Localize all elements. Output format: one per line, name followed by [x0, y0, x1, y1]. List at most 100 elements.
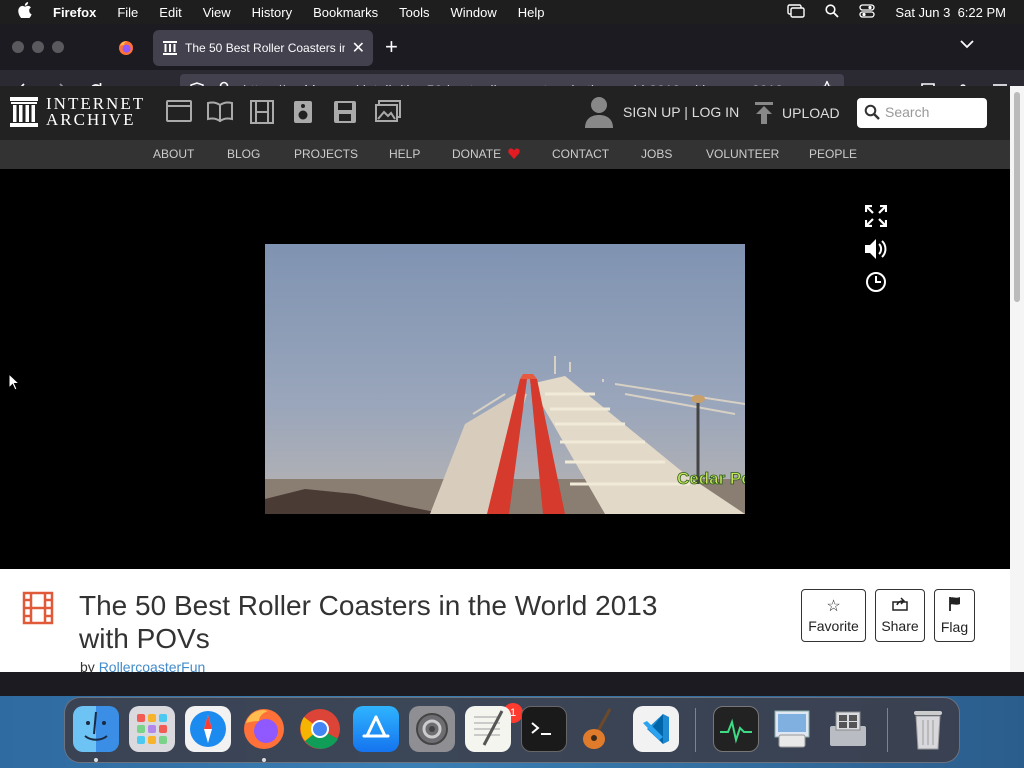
flag-button[interactable]: Flag: [934, 589, 975, 642]
nav-jobs[interactable]: JOBS: [641, 147, 672, 161]
nav-projects[interactable]: PROJECTS: [294, 147, 358, 161]
ia-logo-line2: ARCHIVE: [46, 110, 136, 129]
nav-people[interactable]: PEOPLE: [809, 147, 857, 161]
page-viewport: INTERNET ARCHIVE SIGN UP | LOG IN UPLOAD…: [0, 86, 1010, 672]
dock-separator: [887, 708, 888, 752]
nav-donate[interactable]: DONATE: [452, 147, 521, 162]
item-title: The 50 Best Roller Coasters in the World…: [79, 590, 658, 654]
item-byline: by RollercoasterFun: [80, 659, 205, 672]
upload-label: UPLOAD: [782, 105, 840, 121]
firefox-dock-icon[interactable]: [241, 706, 287, 752]
menu-tools[interactable]: Tools: [399, 5, 429, 20]
menu-edit[interactable]: Edit: [159, 5, 181, 20]
video-film-icon[interactable]: [249, 100, 275, 124]
flag-label: Flag: [940, 619, 969, 635]
apple-menu-icon[interactable]: [18, 2, 38, 22]
tab-strip: The 50 Best Roller Coasters in the World…: [0, 24, 1024, 70]
favorite-label: Favorite: [808, 617, 859, 634]
activity-monitor-icon[interactable]: [713, 706, 759, 752]
video-player[interactable]: Cedar Point: [0, 169, 1010, 569]
web-icon[interactable]: [166, 100, 192, 124]
nav-about[interactable]: ABOUT: [153, 147, 194, 161]
finder-running-indicator: [94, 758, 98, 762]
list-all-tabs-chevron-icon[interactable]: [960, 36, 974, 52]
menu-history[interactable]: History: [252, 5, 292, 20]
macos-dock: 1: [64, 697, 960, 763]
terminal-icon[interactable]: [521, 706, 567, 752]
system-preferences-gear-icon[interactable]: [409, 706, 455, 752]
vscode-icon[interactable]: [633, 706, 679, 752]
nav-volunteer[interactable]: VOLUNTEER: [706, 147, 779, 161]
chrome-icon[interactable]: [297, 706, 343, 752]
menu-view[interactable]: View: [203, 5, 231, 20]
control-center-icon[interactable]: [859, 3, 876, 21]
share-icon: [892, 597, 908, 616]
trash-icon[interactable]: [905, 706, 951, 752]
share-button[interactable]: Share: [875, 589, 925, 642]
preview-icon[interactable]: [769, 706, 815, 752]
heart-icon: [508, 148, 521, 162]
garageband-guitar-icon[interactable]: [577, 706, 623, 752]
textedit-icon[interactable]: [465, 706, 511, 752]
volume-speaker-icon[interactable]: [864, 232, 888, 265]
dock-separator: [695, 708, 696, 752]
author-link[interactable]: RollercoasterFun: [99, 659, 206, 672]
tab-title: The 50 Best Roller Coasters in the World…: [185, 41, 345, 55]
screen-mirroring-icon[interactable]: [787, 3, 806, 21]
window-minimize-button[interactable]: [32, 41, 44, 53]
firefox-view-icon[interactable]: [112, 34, 140, 62]
search-box: [857, 98, 987, 128]
clock-history-icon[interactable]: [864, 265, 888, 298]
fullscreen-icon[interactable]: [864, 199, 888, 232]
ia-secondary-nav: ABOUT BLOG PROJECTS HELP DONATE CONTACT …: [0, 140, 1010, 169]
archive-favicon-icon: [163, 41, 177, 55]
share-label: Share: [881, 618, 919, 634]
safari-icon[interactable]: [185, 706, 231, 752]
window-close-button[interactable]: [12, 41, 24, 53]
signup-login-link[interactable]: SIGN UP | LOG IN: [623, 104, 739, 120]
ia-logo[interactable]: INTERNET ARCHIVE: [10, 94, 145, 130]
launchpad-icon[interactable]: [129, 706, 175, 752]
nav-contact[interactable]: CONTACT: [552, 147, 609, 161]
item-header: The 50 Best Roller Coasters in the World…: [0, 569, 1010, 672]
user-avatar-icon[interactable]: [585, 96, 613, 133]
audio-speaker-icon[interactable]: [291, 100, 317, 124]
favorite-button[interactable]: ☆ Favorite: [801, 589, 866, 642]
nav-blog[interactable]: BLOG: [227, 147, 260, 161]
star-icon: ☆: [826, 597, 841, 615]
menu-app-name[interactable]: Firefox: [53, 5, 96, 20]
search-input[interactable]: [885, 104, 981, 120]
ia-top-bar: INTERNET ARCHIVE SIGN UP | LOG IN UPLOAD…: [0, 86, 1010, 140]
app-store-icon[interactable]: [353, 706, 399, 752]
tab-close-icon[interactable]: ✕: [352, 38, 365, 58]
macos-menu-bar: Firefox File Edit View History Bookmarks…: [0, 0, 1024, 24]
movie-film-icon: [22, 591, 54, 630]
ia-temple-logo-icon: [10, 97, 38, 127]
menu-file[interactable]: File: [117, 5, 138, 20]
menu-window[interactable]: Window: [451, 5, 497, 20]
player-side-controls: [864, 199, 888, 298]
upload-button[interactable]: UPLOAD: [754, 102, 840, 124]
page-scrollbar[interactable]: [1010, 86, 1024, 672]
cedar-point-watermark: Cedar Point: [677, 469, 745, 488]
firefox-running-indicator: [262, 758, 266, 762]
boot-camp-assistant-icon[interactable]: [825, 706, 871, 752]
menu-bookmarks[interactable]: Bookmarks: [313, 5, 378, 20]
video-frame[interactable]: Cedar Point: [265, 244, 745, 514]
new-tab-button[interactable]: +: [385, 34, 398, 60]
flag-icon: [948, 596, 962, 617]
spotlight-search-icon[interactable]: [825, 3, 840, 21]
tab-active[interactable]: The 50 Best Roller Coasters in the World…: [153, 30, 373, 66]
software-floppy-icon[interactable]: [333, 100, 359, 124]
upload-arrow-icon: [754, 102, 774, 124]
mouse-pointer-icon: [8, 372, 21, 396]
menu-clock[interactable]: Sat Jun 3 6:22 PM: [895, 5, 1006, 20]
window-zoom-button[interactable]: [52, 41, 64, 53]
nav-help[interactable]: HELP: [389, 147, 420, 161]
scrollbar-thumb[interactable]: [1014, 92, 1020, 302]
images-icon[interactable]: [375, 100, 401, 124]
search-icon: [864, 104, 880, 125]
finder-icon[interactable]: [73, 706, 119, 752]
menu-help[interactable]: Help: [518, 5, 545, 20]
texts-book-icon[interactable]: [207, 100, 233, 124]
